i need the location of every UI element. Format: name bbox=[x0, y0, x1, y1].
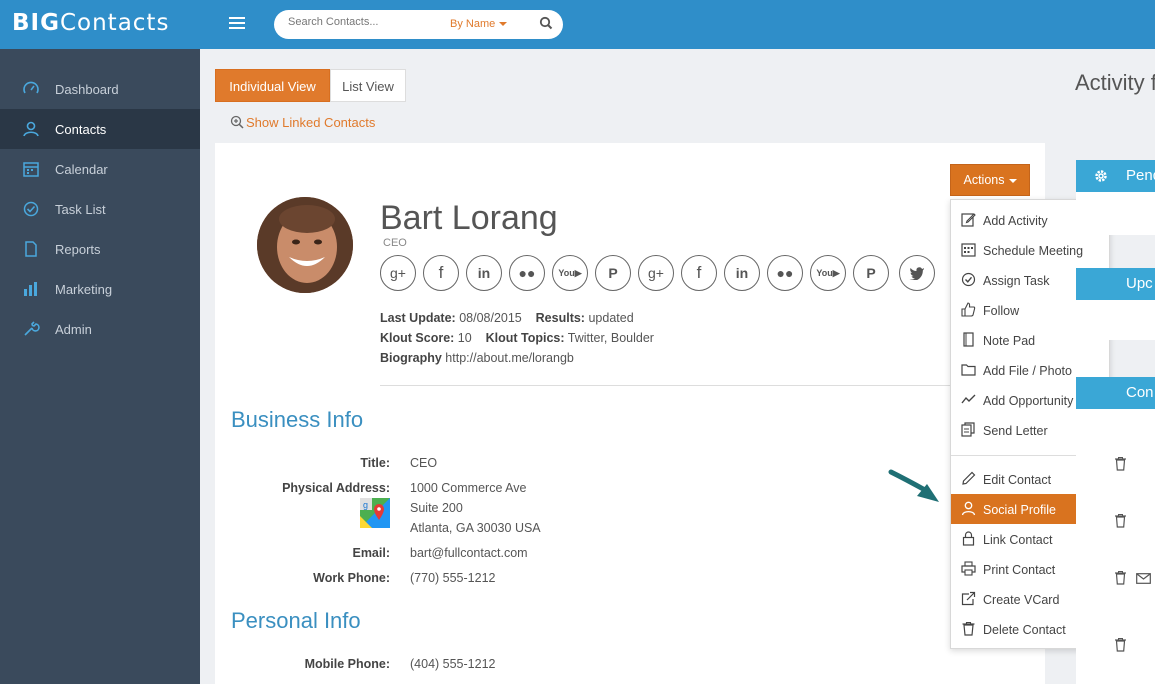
pinterest-icon[interactable]: P bbox=[853, 255, 889, 291]
document-icon bbox=[25, 241, 37, 257]
search-box: By Name bbox=[274, 10, 563, 39]
app-logo[interactable]: BIGContacts bbox=[12, 10, 169, 36]
notepad-icon bbox=[963, 332, 974, 347]
search-input[interactable] bbox=[288, 16, 438, 28]
actions-dropdown-button[interactable]: Actions bbox=[950, 164, 1030, 196]
twitter-icon[interactable] bbox=[899, 255, 935, 291]
facebook-icon[interactable]: f bbox=[681, 255, 717, 291]
work-phone-label: Work Phone: bbox=[313, 571, 390, 585]
folder-icon bbox=[961, 364, 976, 376]
mobile-phone-value: (404) 555-1212 bbox=[410, 657, 496, 671]
svg-text:g: g bbox=[363, 500, 368, 510]
bar-chart-icon bbox=[24, 282, 37, 296]
biography-link[interactable]: http://about.me/lorangb bbox=[445, 351, 574, 365]
linkedin-icon[interactable]: in bbox=[466, 255, 502, 291]
calendar-icon bbox=[961, 243, 976, 257]
sidebar: Dashboard Contacts Calendar Task List Re… bbox=[0, 49, 200, 684]
klout-row: Klout Score: 10 Klout Topics: Twitter, B… bbox=[380, 331, 654, 345]
sidebar-item-reports[interactable]: Reports bbox=[0, 229, 200, 269]
lock-icon bbox=[962, 531, 975, 546]
address-line-1: 1000 Commerce Ave bbox=[410, 481, 527, 495]
flickr-icon[interactable]: ●● bbox=[509, 255, 545, 291]
con-panel-header[interactable]: Con bbox=[1076, 377, 1155, 409]
menu-toggle-icon[interactable] bbox=[229, 17, 245, 30]
youtube-icon[interactable]: You▶ bbox=[810, 255, 846, 291]
mobile-phone-label: Mobile Phone: bbox=[304, 657, 390, 671]
google-maps-icon[interactable]: g bbox=[360, 498, 390, 528]
sidebar-item-contacts[interactable]: Contacts bbox=[0, 109, 200, 149]
list-view-button[interactable]: List View bbox=[330, 69, 406, 102]
address-line-3: Atlanta, GA 30030 USA bbox=[410, 521, 541, 535]
divider bbox=[380, 385, 950, 386]
title-value: CEO bbox=[410, 456, 438, 470]
sidebar-item-marketing[interactable]: Marketing bbox=[0, 269, 200, 309]
sidebar-item-dashboard[interactable]: Dashboard bbox=[0, 69, 200, 109]
google-plus-icon[interactable]: g+ bbox=[638, 255, 674, 291]
trash-icon[interactable] bbox=[1114, 513, 1127, 528]
menu-item-schedule-meeting[interactable]: Schedule Meeting bbox=[951, 235, 1109, 265]
search-mode-dropdown[interactable]: By Name bbox=[450, 18, 507, 30]
gear-icon bbox=[1095, 170, 1107, 182]
user-icon bbox=[23, 121, 39, 137]
sidebar-item-task-list[interactable]: Task List bbox=[0, 189, 200, 229]
sidebar-item-calendar[interactable]: Calendar bbox=[0, 149, 200, 189]
top-bar: BIGContacts By Name bbox=[0, 0, 1155, 49]
work-phone-value: (770) 555-1212 bbox=[410, 571, 496, 585]
personal-info-heading: Personal Info bbox=[231, 608, 361, 633]
trash-icon bbox=[962, 621, 975, 636]
email-value[interactable]: bart@fullcontact.com bbox=[410, 546, 528, 560]
wrench-icon bbox=[24, 321, 40, 336]
linkedin-icon[interactable]: in bbox=[724, 255, 760, 291]
printer-icon bbox=[961, 561, 976, 576]
envelope-icon[interactable] bbox=[1136, 573, 1151, 584]
zoom-in-icon bbox=[230, 115, 244, 129]
sidebar-item-admin[interactable]: Admin bbox=[0, 309, 200, 349]
check-circle-icon bbox=[961, 272, 976, 287]
contact-avatar bbox=[257, 197, 353, 293]
thumbs-up-icon bbox=[961, 302, 976, 317]
contact-name: Bart Lorang bbox=[380, 199, 558, 237]
trend-line-icon bbox=[961, 394, 976, 404]
individual-view-button[interactable]: Individual View bbox=[215, 69, 330, 102]
trash-icon[interactable] bbox=[1114, 637, 1127, 652]
address-label: Physical Address: bbox=[282, 481, 390, 495]
pinterest-icon[interactable]: P bbox=[595, 255, 631, 291]
google-plus-icon[interactable]: g+ bbox=[380, 255, 416, 291]
show-linked-contacts-link[interactable]: Show Linked Contacts bbox=[230, 115, 375, 130]
address-line-2: Suite 200 bbox=[410, 501, 463, 515]
edit-note-icon bbox=[961, 213, 976, 227]
export-icon bbox=[961, 591, 976, 606]
business-info-heading: Business Info bbox=[231, 407, 364, 432]
title-label: Title: bbox=[360, 456, 390, 470]
facebook-icon[interactable]: f bbox=[423, 255, 459, 291]
contact-title: CEO bbox=[383, 237, 407, 249]
user-profile-icon bbox=[961, 501, 976, 516]
youtube-icon[interactable]: You▶ bbox=[552, 255, 588, 291]
pointer-arrow-icon bbox=[888, 469, 939, 502]
flickr-icon[interactable]: ●● bbox=[767, 255, 803, 291]
trash-icon[interactable] bbox=[1114, 570, 1127, 585]
pencil-icon bbox=[962, 471, 976, 485]
activity-feed-title: Activity f bbox=[1075, 70, 1155, 95]
dashboard-icon bbox=[23, 81, 39, 94]
calendar-icon bbox=[23, 162, 39, 177]
letter-icon bbox=[961, 422, 975, 437]
avatar-photo-icon bbox=[257, 197, 353, 293]
check-circle-icon bbox=[23, 201, 39, 217]
email-label: Email: bbox=[352, 546, 390, 560]
search-icon[interactable] bbox=[539, 16, 553, 30]
pending-panel-header[interactable]: Pend bbox=[1076, 160, 1155, 192]
trash-icon[interactable] bbox=[1114, 456, 1127, 471]
upcoming-panel-header[interactable]: Upc bbox=[1076, 268, 1155, 300]
last-update-row: Last Update: 08/08/2015 Results: updated bbox=[380, 311, 634, 325]
biography-row: Biography http://about.me/lorangb bbox=[380, 351, 574, 365]
